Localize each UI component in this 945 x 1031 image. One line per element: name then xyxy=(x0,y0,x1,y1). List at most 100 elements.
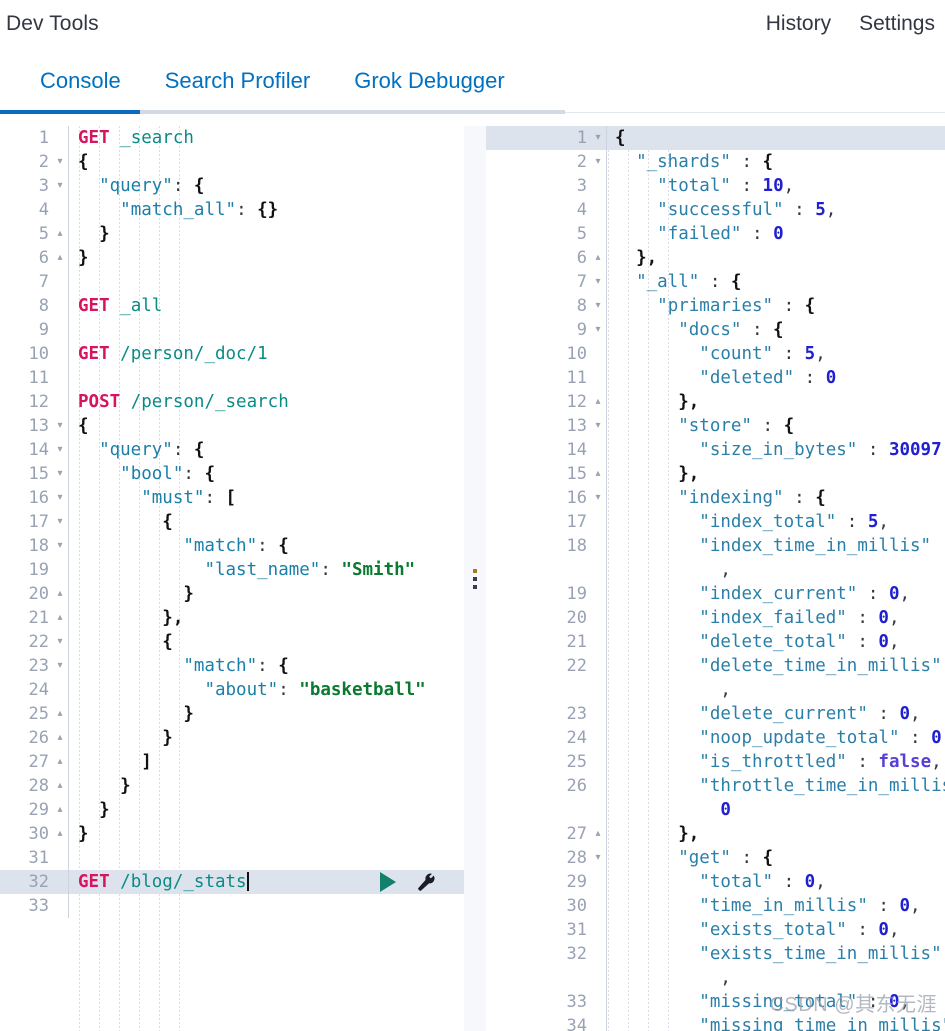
chevron-down-icon[interactable]: ▾ xyxy=(590,846,606,870)
code-line[interactable]: 8 GET _all xyxy=(0,294,464,318)
code-line: 20 "index_failed" : 0, xyxy=(486,606,945,630)
code-line[interactable]: 22 ▾ { xyxy=(0,630,464,654)
chevron-down-icon[interactable]: ▾ xyxy=(590,270,606,294)
chevron-down-icon[interactable]: ▾ xyxy=(52,414,68,438)
code-line[interactable]: 20 ▴ } xyxy=(0,582,464,606)
response-editor[interactable]: 1 ▾{2 ▾ "_shards" : {3 "total" : 10, 4 "suc… xyxy=(486,126,945,1031)
code-line[interactable]: 25 ▴ } xyxy=(0,702,464,726)
code-line[interactable]: 26 ▴ } xyxy=(0,726,464,750)
line-number: 12 xyxy=(28,392,49,412)
chevron-up-icon[interactable]: ▴ xyxy=(52,774,68,798)
tab-active-underline xyxy=(0,110,140,114)
chevron-up-icon[interactable]: ▴ xyxy=(590,822,606,846)
code-line[interactable]: 21 ▴ }, xyxy=(0,606,464,630)
code-line[interactable]: 1 GET _search xyxy=(0,126,464,150)
code-text: }, xyxy=(678,824,700,844)
line-number: 16 xyxy=(566,488,587,508)
line-number: 26 xyxy=(566,776,587,796)
splitter-grip-icon[interactable] xyxy=(473,569,477,589)
code-text: "match": { xyxy=(183,536,289,556)
line-number: 27 xyxy=(566,824,587,844)
code-line[interactable]: 4 "match_all": {} xyxy=(0,198,464,222)
history-link[interactable]: History xyxy=(766,12,831,36)
code-line[interactable]: 17 ▾ { xyxy=(0,510,464,534)
code-line[interactable]: 18 ▾ "match": { xyxy=(0,534,464,558)
code-line[interactable]: 15 ▾ "bool": { xyxy=(0,462,464,486)
code-line[interactable]: 10 GET /person/_doc/1 xyxy=(0,342,464,366)
code-text: } xyxy=(183,584,194,604)
code-line[interactable]: 6 ▴} xyxy=(0,246,464,270)
play-icon[interactable] xyxy=(380,872,396,892)
code-line[interactable]: 13 ▾ { xyxy=(0,414,464,438)
code-line[interactable]: 24 "about": "basketball" xyxy=(0,678,464,702)
chevron-down-icon[interactable]: ▾ xyxy=(52,534,68,558)
tab-search-profiler[interactable]: Search Profiler xyxy=(143,50,333,112)
request-editor[interactable]: 1 GET _search 2 ▾{3 ▾ "query": {4 "match_all… xyxy=(0,126,464,1031)
chevron-down-icon[interactable]: ▾ xyxy=(52,150,68,174)
pane-splitter[interactable] xyxy=(464,126,486,1031)
chevron-up-icon[interactable]: ▴ xyxy=(52,726,68,750)
line-number: 28 xyxy=(566,848,587,868)
chevron-down-icon[interactable]: ▾ xyxy=(52,630,68,654)
chevron-down-icon[interactable]: ▾ xyxy=(52,510,68,534)
code-line[interactable]: 2 ▾ { xyxy=(0,150,464,174)
chevron-down-icon[interactable]: ▾ xyxy=(52,654,68,678)
chevron-down-icon[interactable]: ▾ xyxy=(590,126,606,150)
text-cursor xyxy=(246,872,249,891)
code-line[interactable]: 23 ▾ "match": { xyxy=(0,654,464,678)
chevron-down-icon[interactable]: ▾ xyxy=(52,438,68,462)
code-line: 13 ▾ "store" : { xyxy=(486,414,945,438)
code-line[interactable]: 31 xyxy=(0,846,464,870)
code-line: 34 "missing_time_in_millis" xyxy=(486,1014,945,1031)
chevron-up-icon[interactable]: ▴ xyxy=(52,582,68,606)
line-number: 29 xyxy=(28,800,49,820)
code-line[interactable]: 30 ▴} xyxy=(0,822,464,846)
chevron-up-icon[interactable]: ▴ xyxy=(590,390,606,414)
code-line[interactable]: 29 ▴ } xyxy=(0,798,464,822)
code-line[interactable]: 12 POST /person/_search xyxy=(0,390,464,414)
code-text: } xyxy=(99,800,110,820)
tab-console[interactable]: Console xyxy=(18,50,143,112)
code-line[interactable]: 28 ▴ } xyxy=(0,774,464,798)
chevron-down-icon[interactable]: ▾ xyxy=(590,414,606,438)
line-number: 17 xyxy=(566,512,587,532)
chevron-down-icon[interactable]: ▾ xyxy=(52,462,68,486)
code-text: "indexing" : { xyxy=(678,488,826,508)
code-line[interactable]: 9 xyxy=(0,318,464,342)
chevron-down-icon[interactable]: ▾ xyxy=(590,150,606,174)
code-line[interactable]: 3 ▾ "query": { xyxy=(0,174,464,198)
chevron-up-icon[interactable]: ▴ xyxy=(52,246,68,270)
code-line[interactable]: 16 ▾ "must": [ xyxy=(0,486,464,510)
chevron-up-icon[interactable]: ▴ xyxy=(590,246,606,270)
tab-grok-debugger[interactable]: Grok Debugger xyxy=(332,50,526,112)
code-line[interactable]: 14 ▾ "query": { xyxy=(0,438,464,462)
chevron-up-icon[interactable]: ▴ xyxy=(52,222,68,246)
code-line[interactable]: 27 ▴ ] xyxy=(0,750,464,774)
code-line[interactable]: 11 xyxy=(0,366,464,390)
line-number: 24 xyxy=(566,728,587,748)
code-text: "exists_total" : 0, xyxy=(699,920,900,940)
wrench-icon[interactable] xyxy=(416,872,436,892)
chevron-up-icon[interactable]: ▴ xyxy=(52,822,68,846)
chevron-up-icon[interactable]: ▴ xyxy=(52,702,68,726)
code-line[interactable]: 5 ▴ } xyxy=(0,222,464,246)
chevron-up-icon[interactable]: ▴ xyxy=(52,798,68,822)
code-text: "missing_total" : 0, xyxy=(699,992,911,1012)
header-actions: History Settings xyxy=(766,12,945,36)
chevron-up-icon[interactable]: ▴ xyxy=(52,750,68,774)
code-line[interactable]: 33 xyxy=(0,894,464,918)
code-line[interactable]: 7 xyxy=(0,270,464,294)
code-line: 25 "is_throttled" : false, xyxy=(486,750,945,774)
code-line[interactable]: 19 "last_name": "Smith" xyxy=(0,558,464,582)
chevron-down-icon[interactable]: ▾ xyxy=(52,174,68,198)
dev-tools-console-page: Dev Tools History Settings Console Searc… xyxy=(0,0,945,1031)
chevron-down-icon[interactable]: ▾ xyxy=(590,486,606,510)
chevron-down-icon[interactable]: ▾ xyxy=(590,294,606,318)
chevron-down-icon[interactable]: ▾ xyxy=(52,486,68,510)
request-code-lines[interactable]: 1 GET _search 2 ▾{3 ▾ "query": {4 "match_all… xyxy=(0,126,464,918)
code-line[interactable]: 32 GET /blog/_stats xyxy=(0,870,464,894)
chevron-up-icon[interactable]: ▴ xyxy=(590,462,606,486)
chevron-up-icon[interactable]: ▴ xyxy=(52,606,68,630)
chevron-down-icon[interactable]: ▾ xyxy=(590,318,606,342)
settings-link[interactable]: Settings xyxy=(859,12,935,36)
